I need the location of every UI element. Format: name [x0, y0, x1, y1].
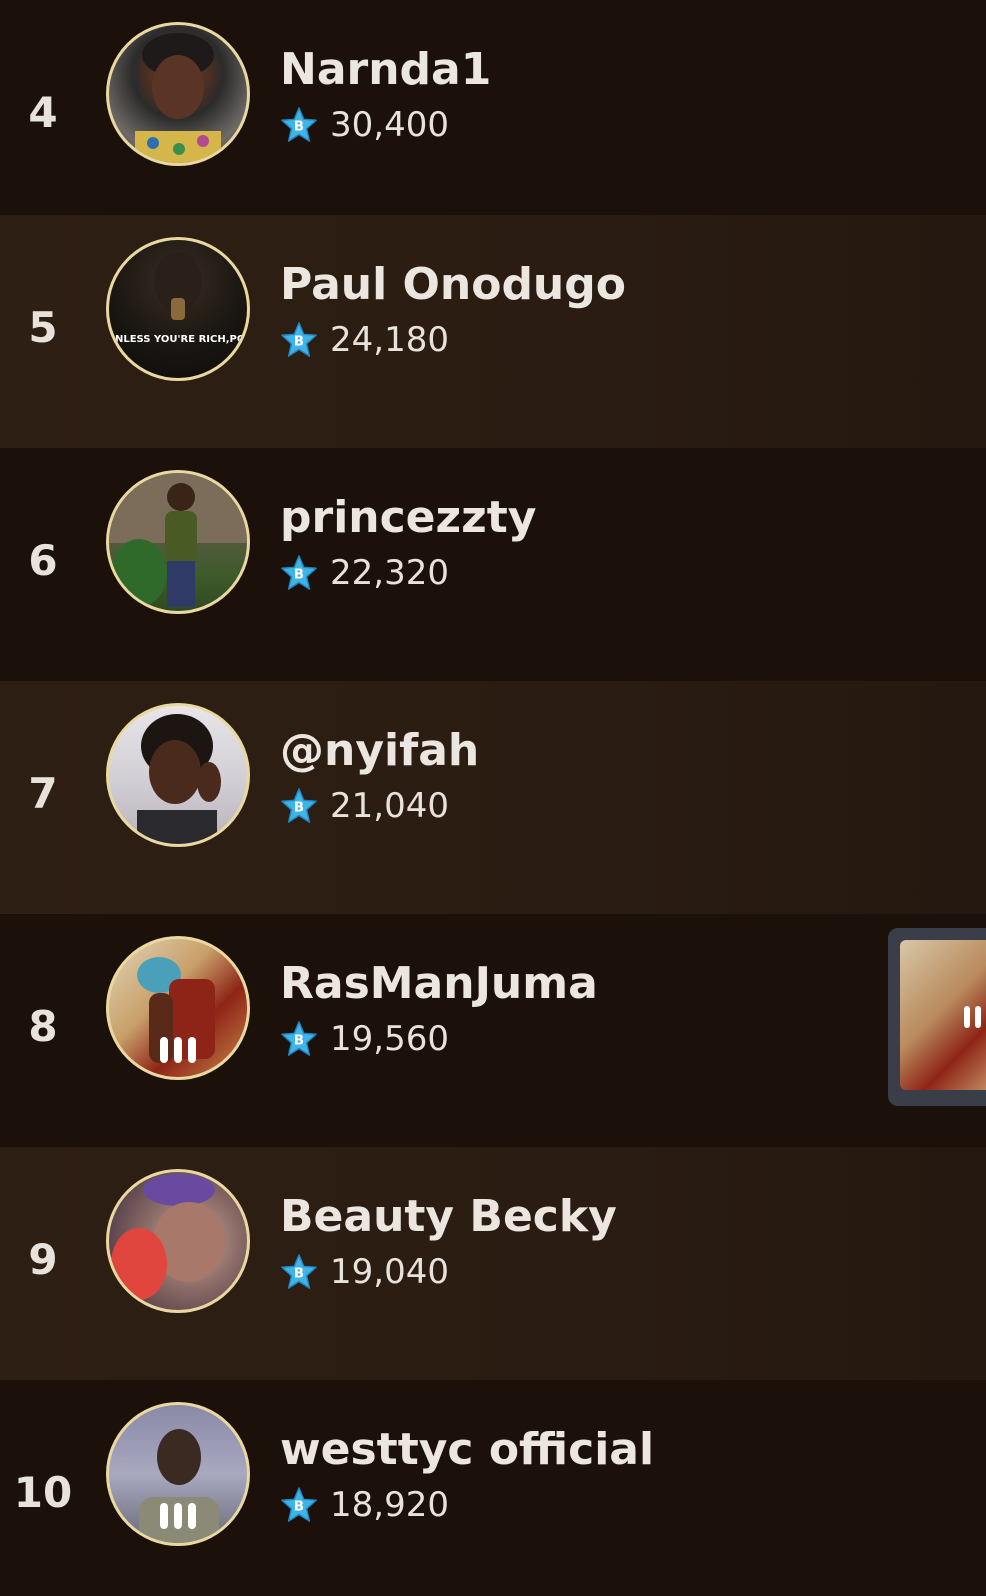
b-star-icon: B — [281, 1487, 317, 1522]
avatar[interactable]: NOBODY CARES UNLESS YOU'RE RICH,POPULAR … — [106, 237, 250, 381]
avatar-portrait — [137, 714, 221, 844]
svg-text:B: B — [294, 801, 304, 816]
b-star-icon: B — [281, 1021, 317, 1056]
score-value: 21,040 — [330, 786, 449, 826]
avatar[interactable] — [106, 1402, 250, 1546]
avatar[interactable] — [106, 22, 250, 166]
leaderboard-list: 4 Narnda1 B 30,400 5 UNLESS YOU'RE RICH,… — [0, 0, 986, 1596]
leaderboard-row[interactable]: 8 RasManJuma B 19,560 — [0, 914, 986, 1147]
avatar[interactable] — [106, 470, 250, 614]
avatar-portrait — [109, 473, 247, 607]
rank-number: 8 — [28, 1002, 58, 1051]
avatar-caption: NOBODY CARES UNLESS YOU'RE RICH,POPULAR … — [109, 334, 247, 345]
b-star-icon: B — [281, 322, 317, 357]
score-value: 24,180 — [330, 320, 449, 360]
player-name: Paul Onodugo — [280, 259, 626, 310]
rank-number: 5 — [28, 303, 58, 352]
player-name: RasManJuma — [280, 958, 598, 1009]
audio-bars-icon — [160, 1503, 196, 1529]
avatar-portrait: NOBODY CARES UNLESS YOU'RE RICH,POPULAR … — [109, 252, 247, 345]
leaderboard-row[interactable]: 9 Beauty Becky B 19,040 — [0, 1147, 986, 1380]
avatar-portrait — [135, 33, 221, 163]
rank-number: 4 — [28, 88, 58, 137]
score-line: B 19,040 — [280, 1253, 449, 1291]
score-value: 19,560 — [330, 1019, 449, 1059]
leaderboard-row[interactable]: 5 NOBODY CARES UNLESS YOU'RE RICH,POPULA… — [0, 215, 986, 448]
score-value: 19,040 — [330, 1252, 449, 1292]
score-line: B 18,920 — [280, 1486, 449, 1524]
b-star-icon: B — [281, 1254, 317, 1289]
b-star-icon: B — [281, 555, 317, 590]
score-value: 22,320 — [330, 553, 449, 593]
leaderboard-row[interactable]: 6 princezzty B 22,320 — [0, 448, 986, 681]
svg-text:B: B — [294, 1500, 304, 1515]
player-name: @nyifah — [280, 725, 480, 776]
score-value: 18,920 — [330, 1485, 449, 1525]
player-name: Beauty Becky — [280, 1191, 617, 1242]
score-line: B 21,040 — [280, 787, 449, 825]
b-star-icon: B — [281, 107, 317, 142]
player-name: princezzty — [280, 492, 537, 543]
svg-text:B: B — [294, 1267, 304, 1282]
svg-text:B: B — [294, 120, 304, 135]
player-name: Narnda1 — [280, 44, 492, 95]
leaderboard-row[interactable]: 4 Narnda1 B 30,400 — [0, 0, 986, 233]
rank-number: 10 — [13, 1468, 73, 1517]
avatar[interactable] — [106, 703, 250, 847]
audio-bars-icon — [160, 1037, 196, 1063]
avatar[interactable] — [106, 936, 250, 1080]
score-value: 30,400 — [330, 105, 449, 145]
avatar[interactable] — [106, 1169, 250, 1313]
video-thumbnail[interactable] — [900, 940, 986, 1090]
b-star-icon: B — [281, 788, 317, 823]
score-line: B 19,560 — [280, 1020, 449, 1058]
floating-video-preview[interactable] — [888, 928, 986, 1106]
rank-number: 9 — [28, 1235, 58, 1284]
score-line: B 22,320 — [280, 554, 449, 592]
svg-text:B: B — [294, 1034, 304, 1049]
svg-text:B: B — [294, 568, 304, 583]
leaderboard-row[interactable]: 7 @nyifah B 21,040 — [0, 681, 986, 914]
leaderboard-row[interactable]: 10 westtyc official B 18,920 — [0, 1380, 986, 1596]
avatar-portrait — [111, 1174, 225, 1300]
rank-number: 6 — [28, 536, 58, 585]
rank-number: 7 — [28, 769, 58, 818]
score-line: B 30,400 — [280, 106, 449, 144]
score-line: B 24,180 — [280, 321, 449, 359]
audio-bars-icon — [964, 1006, 981, 1028]
player-name: westtyc official — [280, 1424, 655, 1475]
svg-text:B: B — [294, 335, 304, 350]
